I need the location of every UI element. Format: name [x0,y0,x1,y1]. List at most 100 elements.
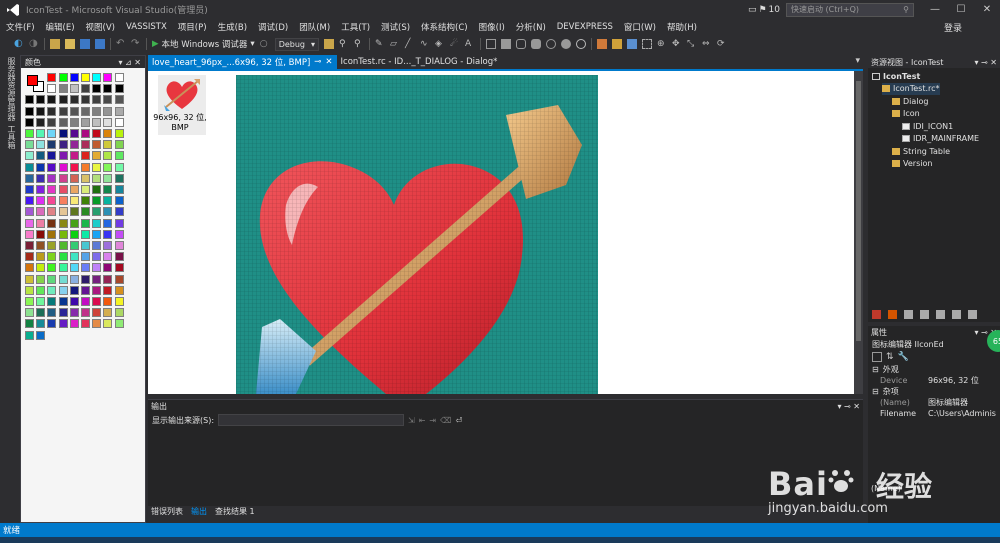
category-appearance[interactable]: ⊟ 外观 [868,364,1000,375]
line-tool-icon[interactable]: ╱ [405,39,415,49]
color-swatch[interactable] [103,285,113,295]
color-swatch[interactable] [114,241,124,250]
zoom-in-icon[interactable]: ⊕ [657,39,667,49]
menu-help[interactable]: 帮助(H) [667,21,697,33]
color-swatch[interactable] [92,185,102,194]
color-swatch[interactable] [25,140,34,150]
color-swatch[interactable] [81,285,90,295]
color-swatch[interactable] [36,140,46,150]
color-swatch[interactable] [81,162,90,172]
brush-tool-icon[interactable]: ☄ [450,39,460,49]
login-link[interactable]: 登录 [944,21,962,34]
tree-item[interactable]: IDI_ICON1 [902,120,953,132]
color-swatch[interactable] [25,297,34,306]
resize-icon[interactable]: ⤡ [687,39,697,49]
tab-find-results[interactable]: 查找结果 1 [215,506,255,518]
color-swatch[interactable] [36,162,46,172]
color-swatch[interactable] [103,218,113,228]
tab-icontest-rc-dialog[interactable]: IconTest.rc - ID..._T_DIALOG - Dialog* [337,55,502,69]
color-swatch[interactable] [103,106,113,116]
pin-icon[interactable]: ⊸ [314,57,321,67]
start-debugging-button[interactable]: ▶ 本地 Windows 调试器 ▾ [152,38,255,50]
color-swatch[interactable] [69,308,79,318]
color-swatch[interactable] [92,207,102,217]
pencil-tool-icon[interactable]: ✎ [375,39,385,49]
color-swatch[interactable] [25,274,34,284]
color-swatch[interactable] [114,95,124,105]
open-file-icon[interactable] [65,39,75,49]
filled-rect-tool-icon[interactable] [501,39,512,49]
color-swatch[interactable] [58,117,68,127]
color-swatch[interactable] [81,73,90,82]
color-swatch[interactable] [92,285,102,295]
color-swatch[interactable] [47,297,57,306]
color-swatch[interactable] [81,129,90,138]
menu-debug[interactable]: 调试(D) [258,21,288,33]
color-swatch[interactable] [58,218,68,228]
build-icon[interactable] [324,39,335,49]
color-swatch[interactable] [114,129,124,138]
tree-item[interactable]: IDR_MAINFRAME [902,133,979,145]
next-message-icon[interactable]: ⇥ [429,416,436,425]
color-swatch[interactable] [69,207,79,217]
color-swatch[interactable] [58,140,68,150]
color-swatch[interactable] [69,151,79,161]
color-swatch[interactable] [103,252,113,262]
color-swatch[interactable] [36,263,46,273]
color-swatch[interactable] [47,308,57,318]
menu-image[interactable]: 图像(I) [479,21,505,33]
color-swatch[interactable] [47,285,57,295]
color-swatch[interactable] [25,285,34,295]
color-swatch[interactable] [25,185,34,194]
editor-vertical-scrollbar[interactable] [854,71,863,394]
color-swatch[interactable] [92,73,102,82]
color-swatch[interactable] [81,84,90,94]
color-swatch[interactable] [114,84,124,94]
color-swatch[interactable] [25,106,34,116]
color-swatch[interactable] [92,319,102,329]
server-icon[interactable] [968,309,977,319]
color-swatch[interactable] [47,185,57,194]
color-swatch[interactable] [92,297,102,306]
color-swatch[interactable] [92,229,102,239]
color-swatch[interactable] [69,129,79,138]
attach-icon[interactable]: ○ [260,39,270,49]
color-swatch[interactable] [114,151,124,161]
resource-view-controls[interactable]: ▾ ⊸ ✕ [974,58,997,67]
color-swatch[interactable] [103,173,113,183]
filled-ellipse-tool-icon[interactable] [561,39,572,49]
new-image-type-icon[interactable] [597,39,608,49]
property-row-device[interactable]: Device 96x96, 32 位 [868,375,1000,386]
color-swatch[interactable] [81,117,90,127]
vassistx-icon[interactable] [952,309,961,319]
color-swatch[interactable] [25,207,34,217]
color-swatch[interactable] [47,173,57,183]
color-swatch[interactable] [47,140,57,150]
color-swatch[interactable] [81,229,90,239]
color-swatch[interactable] [114,274,124,284]
color-swatch[interactable] [58,274,68,284]
menu-project[interactable]: 项目(P) [178,21,207,33]
color-swatch[interactable] [103,241,113,250]
color-swatch[interactable] [81,241,90,250]
color-swatch[interactable] [92,84,102,94]
color-swatch[interactable] [36,308,46,318]
fill-tool-icon[interactable]: ◈ [435,39,445,49]
color-swatch[interactable] [58,196,68,206]
color-swatch[interactable] [114,252,124,262]
color-swatch[interactable] [58,207,68,217]
color-swatch[interactable] [47,229,57,239]
color-swatch[interactable] [114,263,124,273]
color-swatch[interactable] [81,319,90,329]
text-tool-icon[interactable]: A [465,39,475,49]
close-button[interactable]: ✕ [974,0,1000,19]
color-swatch[interactable] [58,263,68,273]
color-swatch[interactable] [69,162,79,172]
color-swatch[interactable] [25,330,34,340]
color-swatch[interactable] [47,207,57,217]
color-swatch[interactable] [47,218,57,228]
color-swatch[interactable] [47,162,57,172]
color-swatch[interactable] [58,162,68,172]
color-swatch[interactable] [92,196,102,206]
color-swatch[interactable] [25,196,34,206]
